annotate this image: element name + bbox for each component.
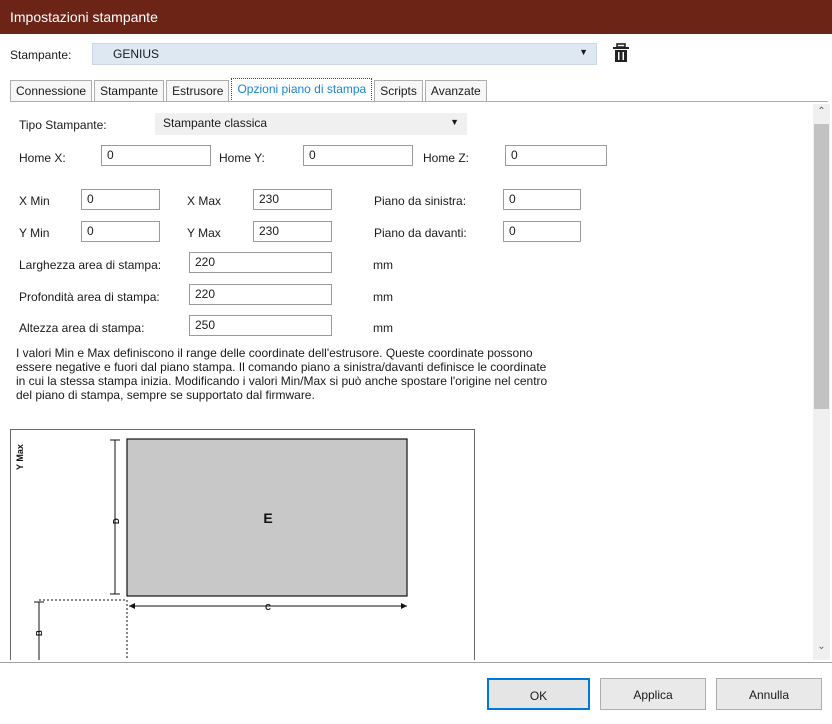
y-min-input[interactable]: 0: [81, 221, 160, 242]
width-dimension-arrow: [129, 603, 135, 609]
x-min-input[interactable]: 0: [81, 189, 160, 210]
tab-scripts[interactable]: Scripts: [374, 80, 423, 102]
print-height-input[interactable]: 250: [189, 315, 332, 336]
description-line: del piano di stampa, sempre se supportat…: [16, 388, 315, 402]
vertical-scrollbar[interactable]: ⌃ ⌄: [813, 104, 830, 660]
x-max-label: X Max: [187, 194, 222, 208]
home-y-label: Home Y:: [219, 151, 265, 165]
printer-row: Stampante: GENIUS ▼: [0, 34, 832, 76]
printer-select-value: GENIUS: [113, 47, 160, 61]
printer-type-label: Tipo Stampante:: [19, 118, 107, 132]
scroll-thumb[interactable]: [814, 124, 829, 409]
window-title: Impostazioni stampante: [10, 9, 158, 25]
y-max-axis-label: Y Max: [15, 444, 25, 470]
description-line: I valori Min e Max definiscono il range …: [16, 346, 533, 360]
bed-front-label: Piano da davanti:: [374, 226, 467, 240]
print-width-unit: mm: [373, 258, 393, 272]
cancel-button[interactable]: Annulla: [716, 678, 822, 710]
depth-dimension-label: D: [112, 518, 121, 524]
bed-left-label: Piano da sinistra:: [374, 194, 467, 208]
bed-diagram: Y Max E D C B: [10, 429, 475, 660]
home-x-label: Home X:: [19, 151, 66, 165]
bed-left-input[interactable]: 0: [503, 189, 581, 210]
coordinates-description: I valori Min e Max definiscono il range …: [16, 346, 616, 402]
printer-label: Stampante:: [10, 48, 72, 62]
printer-type-select[interactable]: Stampante classica ▼: [155, 113, 467, 135]
print-depth-label: Profondità area di stampa:: [19, 290, 160, 304]
y-min-label: Y Min: [19, 226, 50, 240]
tab-avanzate[interactable]: Avanzate: [424, 80, 487, 102]
width-dimension-label: C: [265, 603, 271, 612]
home-z-input[interactable]: 0: [505, 145, 607, 166]
home-x-input[interactable]: 0: [101, 145, 211, 166]
print-depth-input[interactable]: 220: [189, 284, 332, 305]
ok-button[interactable]: OK: [487, 678, 590, 710]
print-width-label: Larghezza area di stampa:: [19, 258, 162, 272]
bed-front-input[interactable]: 0: [503, 221, 581, 242]
print-depth-unit: mm: [373, 290, 393, 304]
tab-stampante[interactable]: Stampante: [94, 80, 165, 102]
front-dimension-label: B: [35, 630, 44, 636]
bed-diagram-svg: Y Max E D C B: [15, 438, 408, 660]
tab-divider: [10, 101, 828, 102]
apply-button[interactable]: Applica: [600, 678, 706, 710]
description-line: in cui la stessa stampa inizia. Modifica…: [16, 374, 548, 388]
footer-divider: [0, 662, 832, 663]
home-z-label: Home Z:: [423, 151, 470, 165]
dropdown-arrow-icon: ▼: [579, 47, 588, 57]
scroll-up-icon[interactable]: ⌃: [813, 106, 830, 123]
y-max-label: Y Max: [187, 226, 221, 240]
description-line: essere negative e fuori dal piano stampa…: [16, 360, 547, 374]
print-area-label: E: [263, 510, 272, 526]
printer-type-value: Stampante classica: [163, 116, 268, 130]
settings-tabs: Connessione Stampante Estrusore Opzioni …: [10, 78, 489, 102]
home-y-input[interactable]: 0: [303, 145, 413, 166]
bed-options-panel: Tipo Stampante: Stampante classica ▼ Hom…: [10, 104, 810, 660]
x-min-label: X Min: [19, 194, 50, 208]
window-titlebar: Impostazioni stampante: [0, 0, 832, 34]
print-height-label: Altezza area di stampa:: [19, 321, 145, 335]
tab-estrusore[interactable]: Estrusore: [166, 80, 230, 102]
x-max-input[interactable]: 230: [253, 189, 332, 210]
print-height-unit: mm: [373, 321, 393, 335]
printer-select[interactable]: GENIUS ▼: [92, 43, 597, 65]
dropdown-arrow-icon: ▼: [450, 117, 459, 127]
print-width-input[interactable]: 220: [189, 252, 332, 273]
width-dimension-arrow: [401, 603, 407, 609]
trash-icon[interactable]: [612, 43, 630, 63]
tab-opzioni-piano-di-stampa[interactable]: Opzioni piano di stampa: [231, 78, 373, 102]
tab-connessione[interactable]: Connessione: [10, 80, 93, 102]
scroll-down-icon[interactable]: ⌄: [813, 641, 830, 658]
y-max-input[interactable]: 230: [253, 221, 332, 242]
